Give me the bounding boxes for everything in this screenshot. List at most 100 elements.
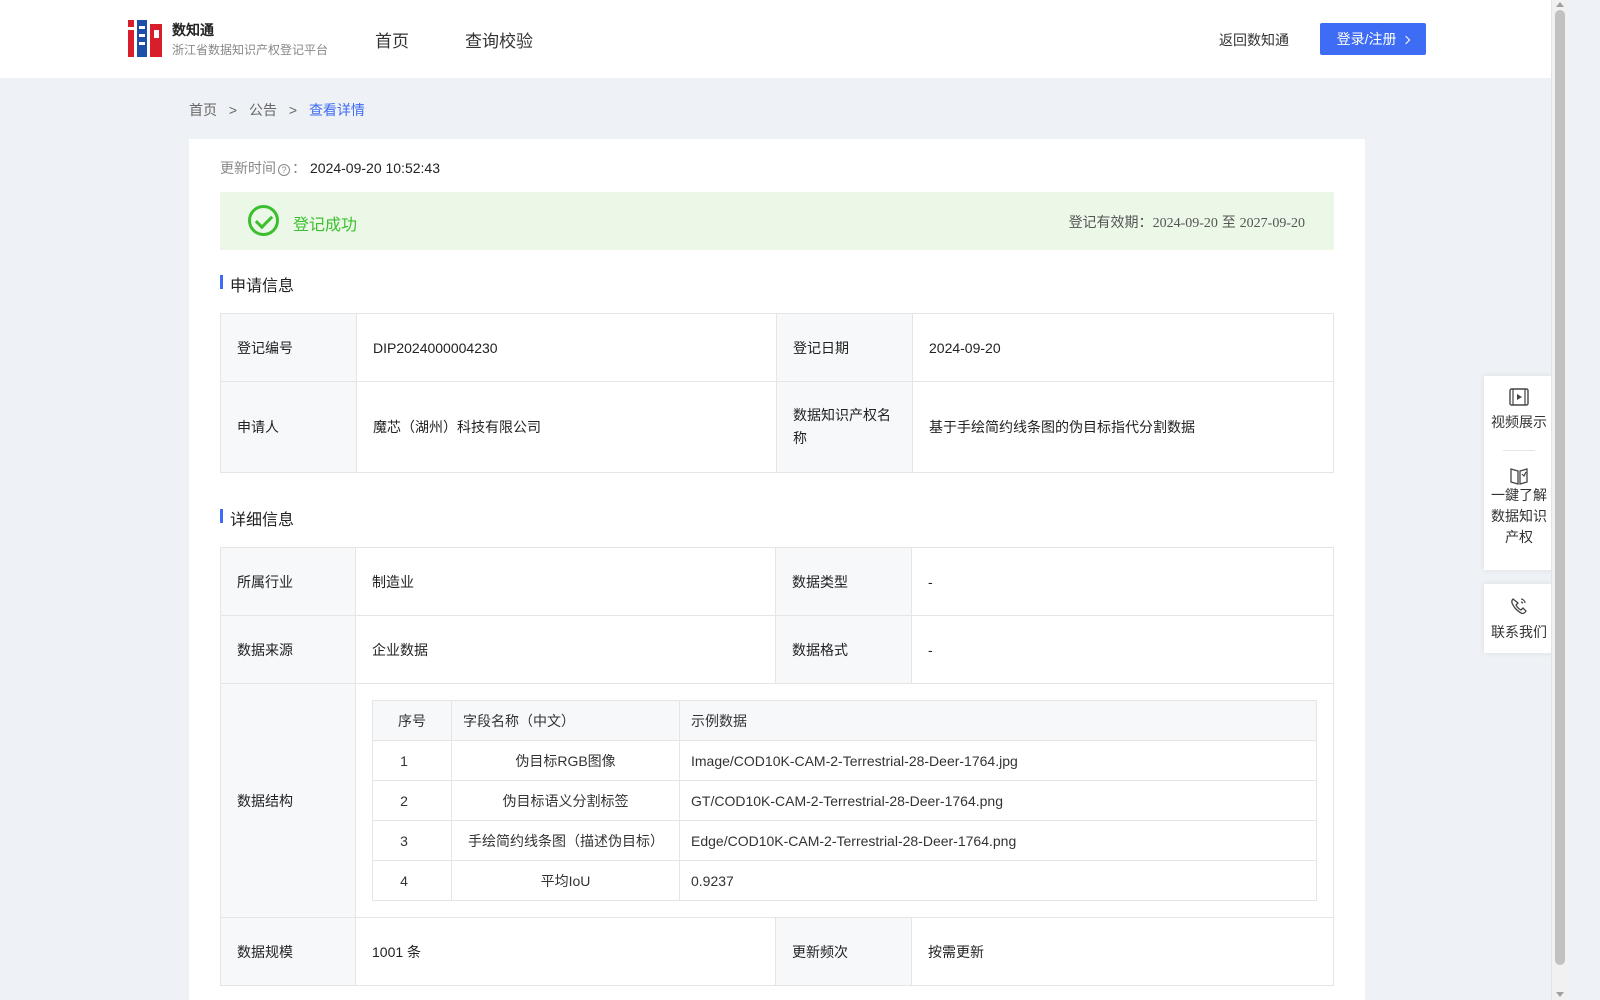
top-header: 数知通 浙江省数据知识产权登记平台 首页 查询校验 返回数知通 登录/注册 xyxy=(0,0,1568,78)
vertical-scrollbar[interactable] xyxy=(1551,0,1568,1000)
validity-to-word: 至 xyxy=(1221,214,1236,230)
ip-name-value: 基于手绘简约线条图的伪目标指代分割数据 xyxy=(912,381,1334,473)
cell-field-name: 伪目标语义分割标签 xyxy=(451,780,680,821)
table-row: 数据来源 企业数据 数据格式 - xyxy=(220,615,1334,684)
learn-ip-label-line3: 产权 xyxy=(1505,529,1533,545)
phone-icon xyxy=(1511,598,1527,615)
detail-card: 更新时间?： 2024-09-20 10:52:43 登记成功 登记有效期：202… xyxy=(189,139,1365,1000)
scrollbar-thumb[interactable] xyxy=(1555,10,1565,965)
table-row: 所属行业 制造业 数据类型 - xyxy=(220,547,1334,616)
cell-example: 0.9237 xyxy=(679,860,1317,901)
nav-home[interactable]: 首页 xyxy=(375,27,409,52)
validity-label: 登记有效期： xyxy=(1068,214,1153,230)
reg-date-value: 2024-09-20 xyxy=(912,313,1334,382)
update-freq-value: 按需更新 xyxy=(911,917,1334,986)
back-to-shuzhitong-link[interactable]: 返回数知通 xyxy=(1219,30,1289,50)
applicant-label: 申请人 xyxy=(220,381,357,473)
section-title-apply: 申请信息 xyxy=(220,272,294,296)
update-time: 更新时间?： 2024-09-20 10:52:43 xyxy=(220,158,440,178)
ip-name-label: 数据知识产权名称 xyxy=(776,381,913,473)
login-register-label: 登录/注册 xyxy=(1336,31,1397,47)
cell-no: 3 xyxy=(372,820,452,861)
update-time-value: 2024-09-20 10:52:43 xyxy=(310,160,440,176)
float-panel-contact: 联系我们 xyxy=(1484,584,1554,653)
video-icon xyxy=(1509,388,1529,406)
brand-subtitle: 浙江省数据知识产权登记平台 xyxy=(172,43,329,57)
update-freq-label: 更新频次 xyxy=(775,917,912,986)
learn-ip-label-line1: 一鍵了解 xyxy=(1491,487,1547,503)
format-value: - xyxy=(911,615,1334,684)
status-banner: 登记成功 登记有效期：2024-09-20 至 2027-09-20 xyxy=(220,192,1334,250)
structure-cell: 序号 字段名称（中文） 示例数据 1 伪目标RGB图像 Image/COD10K… xyxy=(355,683,1334,918)
table-row: 申请人 魔芯（湖州）科技有限公司 数据知识产权名称 基于手绘简约线条图的伪目标指… xyxy=(220,381,1334,473)
breadcrumb-separator: > xyxy=(288,102,298,118)
table-row: 2 伪目标语义分割标签 GT/COD10K-CAM-2-Terrestrial-… xyxy=(372,780,1317,821)
learn-ip-button[interactable]: 一鍵了解 数据知识 产权 xyxy=(1484,451,1554,548)
nav-query-verify[interactable]: 查询校验 xyxy=(465,27,533,52)
update-time-label: 更新时间 xyxy=(220,160,276,176)
cell-example: Image/COD10K-CAM-2-Terrestrial-28-Deer-1… xyxy=(679,740,1317,781)
section-title-detail: 详细信息 xyxy=(220,506,294,530)
contact-us-button[interactable]: 联系我们 xyxy=(1484,584,1554,642)
brand-name: 数知通 xyxy=(172,22,214,38)
table-row: 数据结构 序号 字段名称（中文） 示例数据 1 伪目标RGB图像 Image/C… xyxy=(220,683,1334,918)
reg-no-label: 登记编号 xyxy=(220,313,357,382)
breadcrumb-notice[interactable]: 公告 xyxy=(249,102,277,118)
column-header-field-name: 字段名称（中文） xyxy=(451,700,680,741)
cell-field-name: 平均IoU xyxy=(451,860,680,901)
cell-example: GT/COD10K-CAM-2-Terrestrial-28-Deer-1764… xyxy=(679,780,1317,821)
reg-no-value: DIP2024000004230 xyxy=(356,313,777,382)
table-row: 4 平均IoU 0.9237 xyxy=(372,860,1317,901)
reg-date-label: 登记日期 xyxy=(776,313,913,382)
cell-field-name: 伪目标RGB图像 xyxy=(451,740,680,781)
breadcrumb-separator: > xyxy=(228,102,238,118)
cell-example: Edge/COD10K-CAM-2-Terrestrial-28-Deer-17… xyxy=(679,820,1317,861)
detail-info-table: 所属行业 制造业 数据类型 - 数据来源 企业数据 数据格式 - 数据结构 序号… xyxy=(220,547,1334,986)
industry-label: 所属行业 xyxy=(220,547,356,616)
video-showcase-button[interactable]: 视频展示 xyxy=(1484,376,1554,450)
column-header-no: 序号 xyxy=(372,700,452,741)
chevron-right-icon xyxy=(1402,35,1411,45)
scale-label: 数据规模 xyxy=(220,917,356,986)
book-icon xyxy=(1510,468,1528,485)
float-panel-main: 视频展示 一鍵了解 数据知识 产权 xyxy=(1484,376,1554,570)
data-type-label: 数据类型 xyxy=(775,547,912,616)
column-header-example: 示例数据 xyxy=(679,700,1317,741)
login-register-button[interactable]: 登录/注册 xyxy=(1320,23,1426,55)
help-icon[interactable]: ? xyxy=(278,164,290,176)
scroll-up-icon[interactable] xyxy=(1556,2,1564,7)
status-text: 登记成功 xyxy=(293,217,358,234)
table-row: 1 伪目标RGB图像 Image/COD10K-CAM-2-Terrestria… xyxy=(372,740,1317,781)
contact-us-label: 联系我们 xyxy=(1491,624,1547,640)
cell-no: 4 xyxy=(372,860,452,901)
table-row: 3 手绘简约线条图（描述伪目标） Edge/COD10K-CAM-2-Terre… xyxy=(372,820,1317,861)
logo-icon[interactable] xyxy=(128,20,162,57)
breadcrumb-home[interactable]: 首页 xyxy=(189,102,217,118)
industry-value: 制造业 xyxy=(355,547,776,616)
scroll-down-icon[interactable] xyxy=(1556,992,1564,997)
validity-period: 登记有效期：2024-09-20 至 2027-09-20 xyxy=(1069,212,1305,232)
scale-value: 1001 条 xyxy=(355,917,776,986)
breadcrumb-current: 查看详情 xyxy=(308,102,365,118)
structure-table: 序号 字段名称（中文） 示例数据 1 伪目标RGB图像 Image/COD10K… xyxy=(372,700,1317,901)
cell-field-name: 手绘简约线条图（描述伪目标） xyxy=(451,820,680,861)
check-circle-icon xyxy=(248,205,279,236)
applicant-value: 魔芯（湖州）科技有限公司 xyxy=(356,381,777,473)
structure-label: 数据结构 xyxy=(220,683,356,918)
source-label: 数据来源 xyxy=(220,615,356,684)
cell-no: 1 xyxy=(372,740,452,781)
table-row: 登记编号 DIP2024000004230 登记日期 2024-09-20 xyxy=(220,313,1334,382)
breadcrumb: 首页 > 公告 > 查看详情 xyxy=(189,100,371,120)
format-label: 数据格式 xyxy=(775,615,912,684)
learn-ip-label-line2: 数据知识 xyxy=(1491,508,1547,524)
cell-no: 2 xyxy=(372,780,452,821)
video-showcase-label: 视频展示 xyxy=(1491,414,1547,430)
data-type-value: - xyxy=(911,547,1334,616)
validity-to: 2027-09-20 xyxy=(1239,216,1305,231)
update-time-colon: ： xyxy=(292,160,306,176)
structure-header-row: 序号 字段名称（中文） 示例数据 xyxy=(372,700,1317,741)
table-row: 数据规模 1001 条 更新频次 按需更新 xyxy=(220,917,1334,986)
validity-from: 2024-09-20 xyxy=(1152,216,1218,231)
source-value: 企业数据 xyxy=(355,615,776,684)
apply-info-table: 登记编号 DIP2024000004230 登记日期 2024-09-20 申请… xyxy=(220,313,1334,473)
